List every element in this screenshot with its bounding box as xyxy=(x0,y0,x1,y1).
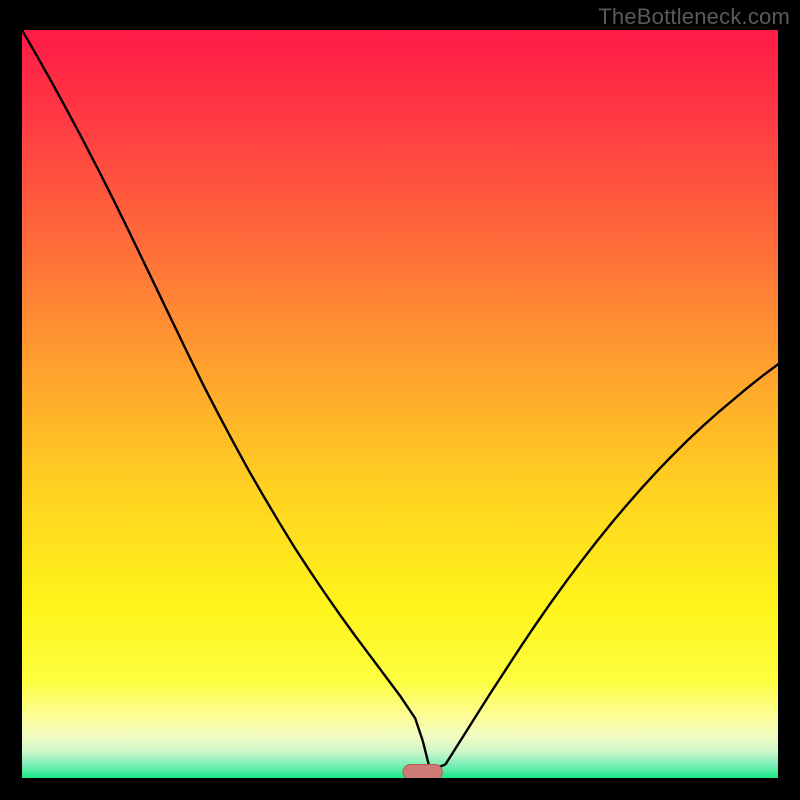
gradient-background xyxy=(22,30,778,778)
bottleneck-chart-svg xyxy=(22,30,778,778)
chart-frame: TheBottleneck.com xyxy=(0,0,800,800)
plot-area xyxy=(22,30,778,778)
optimal-marker xyxy=(403,765,442,778)
watermark-text: TheBottleneck.com xyxy=(598,4,790,30)
